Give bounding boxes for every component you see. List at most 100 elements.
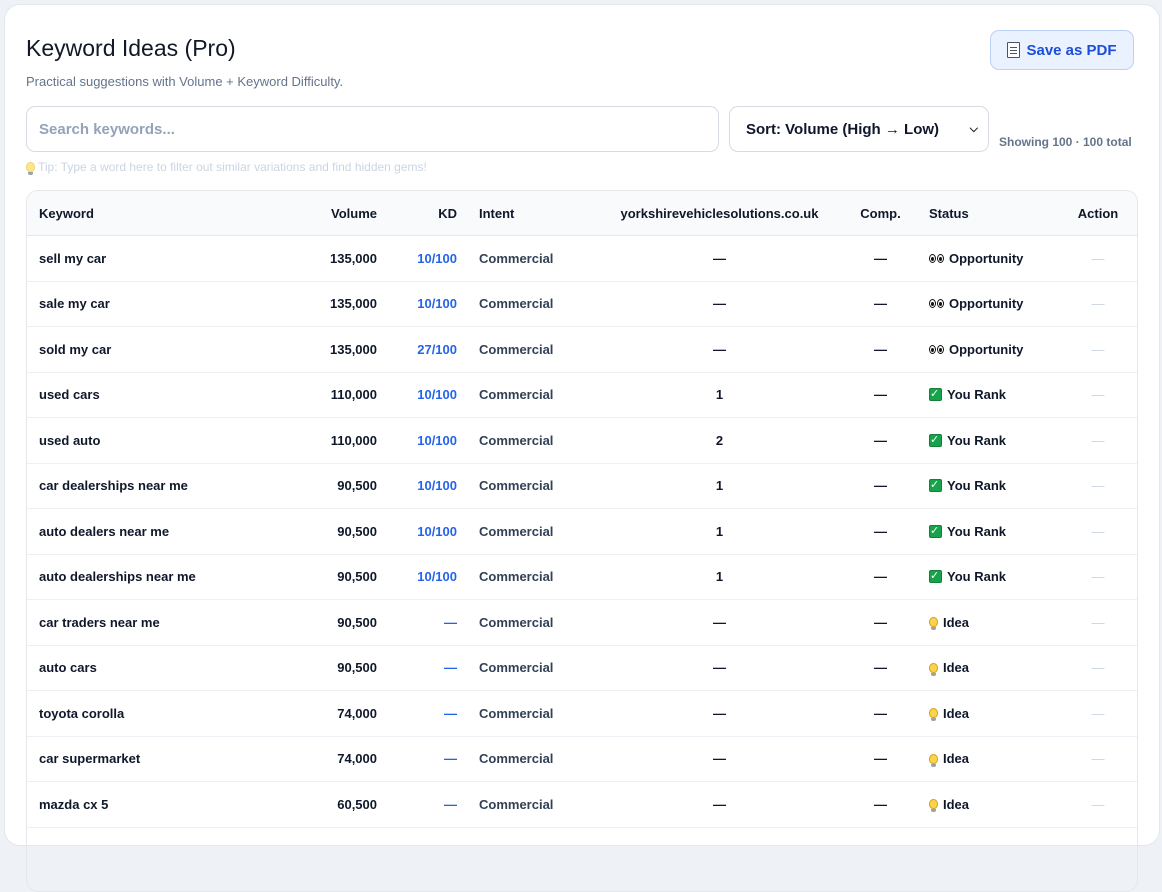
column-header-intent[interactable]: Intent — [479, 191, 514, 235]
volume-cell: 90,500 — [337, 523, 377, 539]
action-cell[interactable]: — — [1067, 327, 1129, 372]
competition-cell: — — [874, 387, 887, 403]
check-icon: ✓ — [929, 433, 942, 447]
keyword-cell: car dealerships near me — [39, 478, 188, 494]
column-header-status[interactable]: Status — [929, 191, 969, 235]
action-cell[interactable]: — — [1067, 555, 1129, 600]
table-row[interactable]: sale my car 135,000 10/100 Commercial — — Oppo… — [27, 282, 1137, 327]
kd-cell: 10/100 — [417, 432, 457, 448]
keyword-cell: auto dealers near me — [39, 523, 170, 539]
save-as-pdf-button[interactable]: Save as PDF — [990, 30, 1134, 70]
table-row[interactable]: car supermarket 74,000 — Commercial — — Idea — — [27, 737, 1137, 782]
domain-rank-cell: — — [713, 614, 726, 630]
status-cell: Idea — [929, 782, 969, 827]
keyword-cell: car traders near me — [39, 614, 160, 630]
column-header-volume[interactable]: Volume — [267, 191, 377, 235]
table-row[interactable]: toyota corolla 74,000 — Commercial — — Idea — — [27, 691, 1137, 737]
column-header-kd[interactable]: KD — [397, 191, 457, 235]
domain-rank-cell: 2 — [715, 432, 724, 448]
keyword-cell: auto cars — [39, 660, 97, 676]
kd-cell: — — [444, 705, 457, 721]
volume-cell: 135,000 — [330, 250, 377, 266]
status-label: Idea — [943, 751, 970, 767]
domain-rank-cell: — — [713, 705, 726, 721]
table-row[interactable]: auto dealers near me 90,500 10/100 Commerci… — [27, 509, 1137, 555]
table-row[interactable]: auto cars 90,500 — Commercial — — Idea — — [27, 646, 1137, 691]
eyes-icon — [929, 344, 944, 354]
competition-cell: — — [874, 341, 887, 357]
search-tip-text: Tip: Type a word here to filter out simi… — [38, 160, 427, 174]
intent-cell: Commercial — [479, 705, 554, 721]
action-cell[interactable]: — — [1067, 737, 1129, 782]
action-cell[interactable]: — — [1067, 691, 1129, 736]
action-cell[interactable]: — — [1067, 236, 1129, 281]
domain-rank-cell: 1 — [715, 478, 724, 494]
column-header-keyword[interactable]: Keyword — [39, 191, 94, 235]
intent-cell: Commercial — [479, 796, 554, 812]
status-label: Opportunity — [949, 341, 1024, 357]
intent-cell: Commercial — [479, 341, 554, 357]
intent-cell: Commercial — [479, 660, 554, 676]
volume-cell: 135,000 — [330, 296, 377, 312]
bulb-icon — [929, 617, 938, 631]
table-row[interactable]: auto dealerships near me 90,500 10/100 Comm… — [27, 555, 1137, 600]
status-label: Opportunity — [949, 250, 1024, 266]
competition-cell: — — [874, 296, 887, 312]
action-cell[interactable]: — — [1067, 464, 1129, 509]
check-icon: ✓ — [929, 388, 942, 402]
action-cell[interactable]: — — [1067, 646, 1129, 691]
kd-cell: 10/100 — [417, 387, 457, 403]
intent-cell: Commercial — [479, 432, 554, 448]
chevron-down-icon: ⌵ — [969, 122, 978, 135]
volume-cell: 74,000 — [337, 751, 377, 767]
table-row[interactable]: car traders near me 90,500 — Commercial — — Id… — [27, 600, 1137, 646]
kd-cell: — — [444, 751, 457, 767]
competition-cell: — — [874, 569, 887, 585]
column-header-action: Action — [1077, 205, 1119, 221]
competition-cell: — — [874, 705, 887, 721]
column-header-domain-rank[interactable]: yorkshirevehiclesolutions.co.uk — [587, 191, 852, 235]
table-row[interactable]: sell my car 135,000 10/100 Commercial — — Oppo… — [27, 236, 1137, 282]
bulb-icon — [929, 753, 938, 767]
kd-cell: — — [444, 660, 457, 676]
intent-cell: Commercial — [479, 751, 554, 767]
table-row[interactable]: used cars 110,000 10/100 Commercial 1 — ✓ You R… — [27, 373, 1137, 418]
search-input[interactable] — [26, 106, 719, 152]
table-row[interactable]: sold my car 135,000 27/100 Commercial — — Oppo… — [27, 327, 1137, 373]
competition-cell: — — [874, 660, 887, 676]
action-cell[interactable]: — — [1067, 509, 1129, 554]
save-as-pdf-label: Save as PDF — [1026, 41, 1117, 59]
domain-rank-cell: — — [713, 660, 726, 676]
status-cell: Idea — [929, 600, 969, 645]
domain-rank-cell: 1 — [715, 387, 724, 403]
action-cell[interactable]: — — [1067, 600, 1129, 645]
table-row[interactable]: used auto 110,000 10/100 Commercial 2 — ✓ You R… — [27, 418, 1137, 464]
action-cell[interactable]: — — [1067, 282, 1129, 327]
keyword-cell: mazda cx 5 — [39, 796, 109, 812]
action-cell[interactable]: — — [1067, 782, 1129, 827]
kd-cell: — — [444, 796, 457, 812]
column-header-competition[interactable]: Comp. — [852, 191, 909, 235]
action-cell[interactable]: — — [1067, 418, 1129, 463]
table-row[interactable]: car dealerships near me 90,500 10/100 Comme… — [27, 464, 1137, 509]
status-cell: ✓ You Rank — [929, 509, 1006, 554]
bulb-icon — [929, 799, 938, 813]
status-label: Idea — [943, 705, 970, 721]
check-icon: ✓ — [929, 524, 942, 538]
search-tip: Tip: Type a word here to filter out simi… — [26, 160, 427, 175]
status-cell: ✓ You Rank — [929, 555, 1006, 600]
action-cell[interactable]: — — [1067, 373, 1129, 418]
table-row[interactable]: mazda cx 5 60,500 — Commercial — — Idea — — [27, 782, 1137, 828]
competition-cell: — — [874, 614, 887, 630]
status-cell: ✓ You Rank — [929, 464, 1006, 509]
competition-cell: — — [874, 432, 887, 448]
kd-cell: — — [444, 614, 457, 630]
competition-cell: — — [874, 751, 887, 767]
status-cell: ✓ You Rank — [929, 373, 1006, 418]
competition-cell: — — [874, 478, 887, 494]
sort-select[interactable]: Sort: Volume (High → Low) ⌵ — [729, 106, 989, 152]
domain-rank-cell: — — [713, 341, 726, 357]
domain-rank-cell: — — [713, 250, 726, 266]
intent-cell: Commercial — [479, 296, 554, 312]
status-cell: Opportunity — [929, 236, 1023, 281]
